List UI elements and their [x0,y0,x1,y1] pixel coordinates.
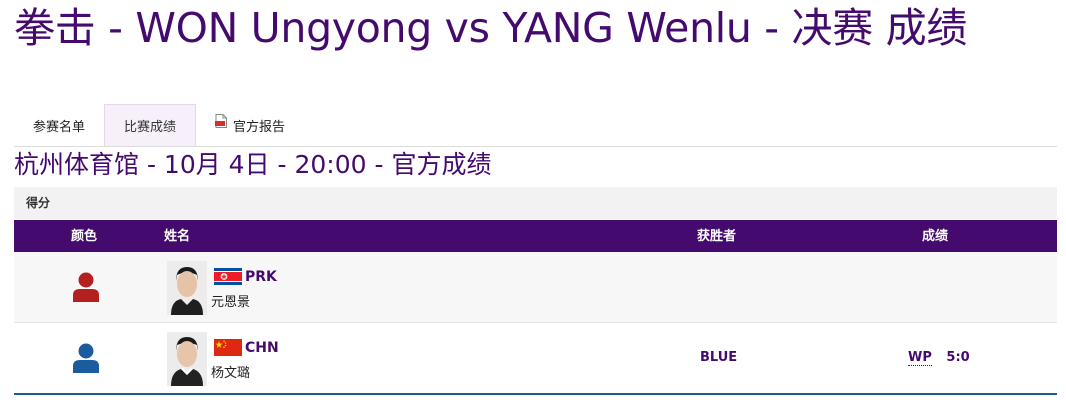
page-title: 拳击 - WON Ungyong vs YANG Wenlu - 决赛 成绩 [14,4,968,52]
north-korea-flag [214,268,242,285]
noc-code: PRK [245,269,277,285]
person-icon [72,271,100,303]
tab-official-report-label: 官方报告 [233,119,286,135]
result-cell: WP 5:0 [908,350,970,366]
table-row: CHN 杨文璐 BLUE WP 5:0 [14,323,1057,395]
pdf-icon [215,114,228,128]
athlete-name[interactable]: 元恩景 [211,291,250,310]
winner-cell: BLUE [700,350,738,365]
result-code[interactable]: WP [908,350,932,366]
col-result: 成绩 [922,229,949,244]
noc-code: CHN [245,340,279,356]
tab-results-label: 比赛成绩 [124,120,177,135]
section-score-header: 得分 [14,187,1057,219]
athlete-photo [167,261,207,315]
tab-results[interactable]: 比赛成绩 [104,104,197,146]
col-name: 姓名 [164,229,191,244]
tab-entries-label: 参赛名单 [33,119,86,135]
col-color: 颜色 [71,229,98,244]
tab-entries[interactable]: 参赛名单 [14,104,104,146]
person-icon [72,342,100,374]
table-row: PRK 元恩景 [14,252,1057,323]
col-winner: 获胜者 [697,229,737,244]
china-flag [214,339,242,356]
results-table-header: 颜色 姓名 获胜者 成绩 [14,220,1057,252]
tab-bar: 参赛名单 比赛成绩 官方报告 [14,104,1057,147]
event-subtitle: 杭州体育馆 - 10月 4日 - 20:00 - 官方成绩 [14,150,492,179]
athlete-photo [167,332,207,386]
result-score: 5:0 [946,350,970,365]
athlete-name[interactable]: 杨文璐 [211,362,250,381]
tab-official-report[interactable]: 官方报告 [196,104,304,146]
